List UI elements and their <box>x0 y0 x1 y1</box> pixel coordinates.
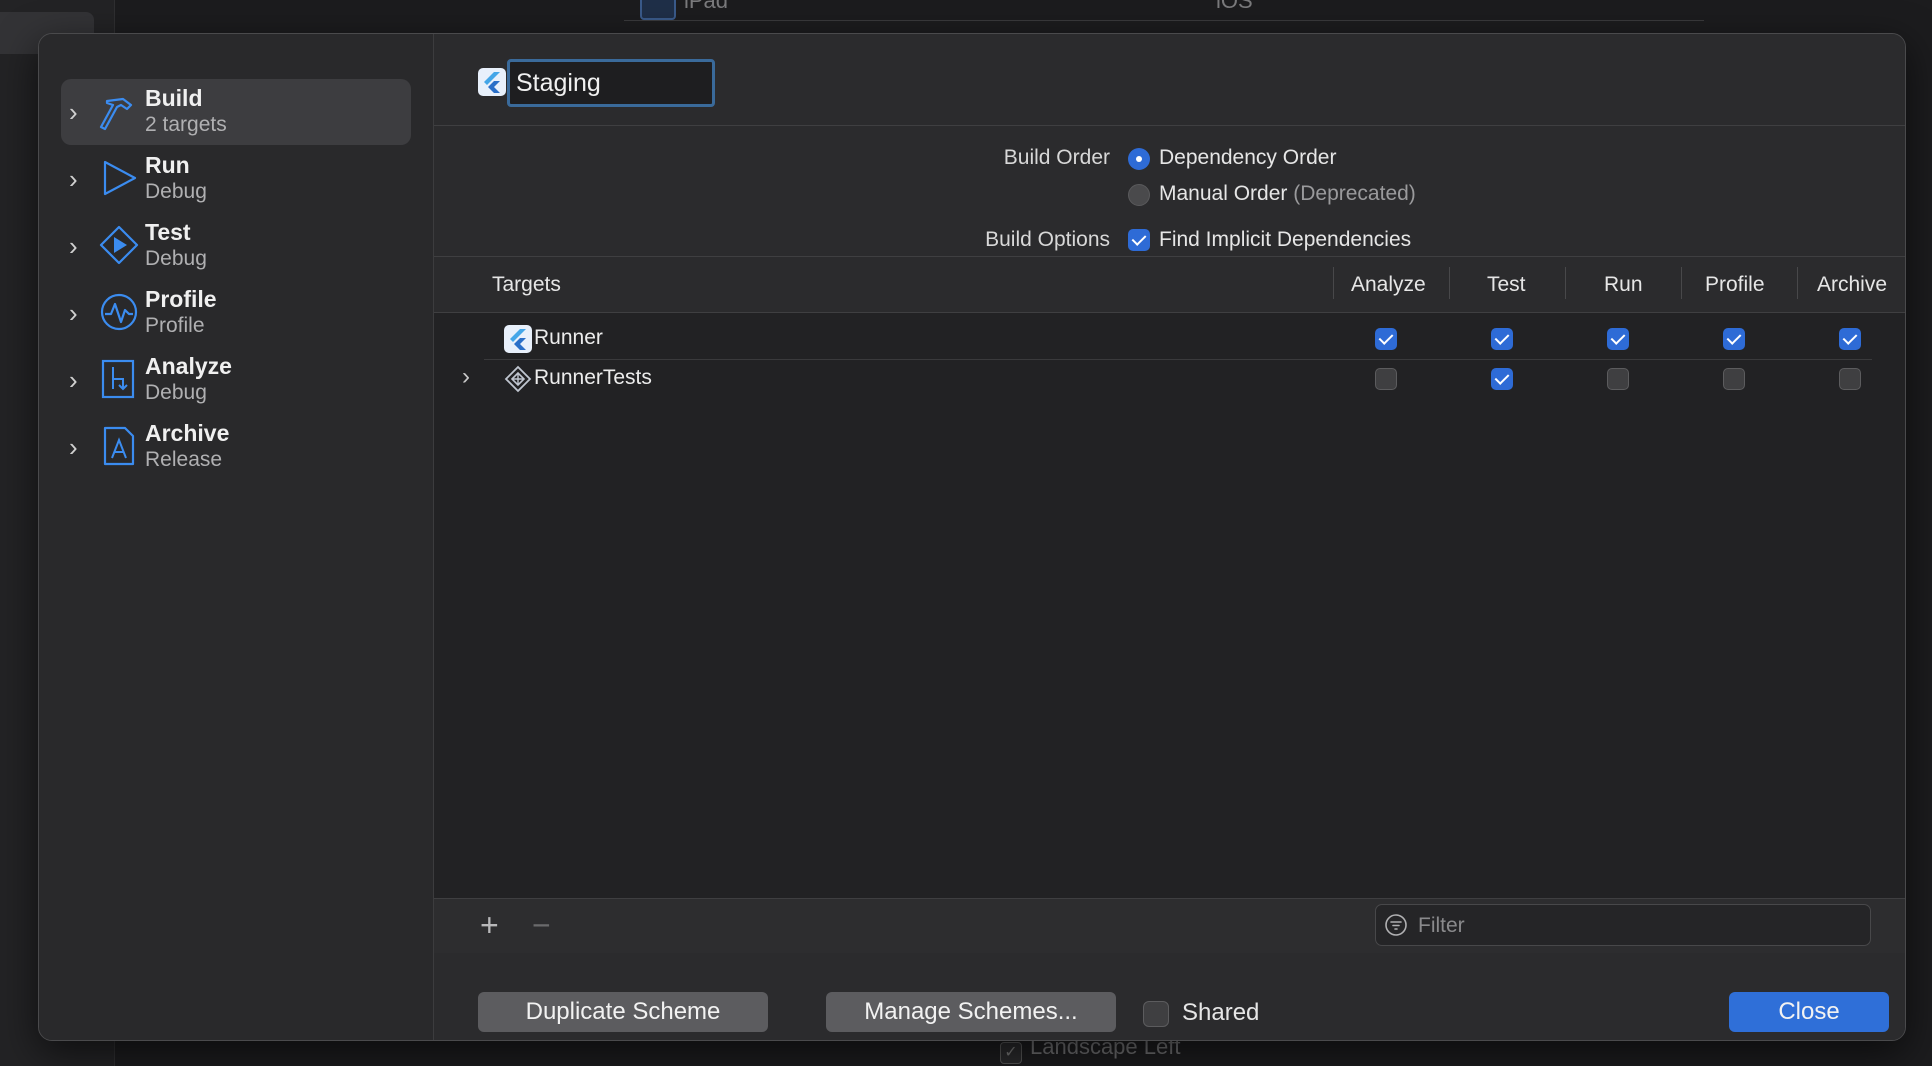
column-divider <box>1797 267 1798 299</box>
column-header-targets: Targets <box>492 273 561 296</box>
shared-checkbox[interactable] <box>1143 1001 1169 1027</box>
sidebar-item-title: Run <box>145 152 190 178</box>
device-icon <box>640 0 676 20</box>
sidebar-item-subtitle: Debug <box>145 180 207 203</box>
flutter-icon <box>504 325 532 353</box>
hammer-icon <box>99 97 133 131</box>
sidebar-item-subtitle: Profile <box>145 314 205 337</box>
chevron-right-icon[interactable]: › <box>69 97 87 127</box>
profile-checkbox[interactable] <box>1723 328 1745 350</box>
play-icon <box>103 160 137 196</box>
archive-icon <box>103 426 135 466</box>
dialog-footer: Duplicate Scheme Manage Schemes... Share… <box>434 953 1905 1040</box>
column-header-run: Run <box>1604 273 1643 296</box>
manual-order-label: Manual Order <box>1159 182 1288 205</box>
minus-icon[interactable]: − <box>532 909 551 941</box>
sidebar-item-run[interactable]: › Run Debug <box>61 146 411 212</box>
scheme-name-field[interactable]: Staging <box>507 59 715 107</box>
manual-order-option[interactable]: Manual Order (Deprecated) <box>1159 182 1416 206</box>
column-header-test: Test <box>1487 273 1526 296</box>
find-implicit-checkbox[interactable] <box>1128 229 1150 251</box>
sidebar-item-archive[interactable]: › Archive Release <box>61 414 411 480</box>
scheme-editor-dialog: › Build 2 targets › Run Debug › Test Deb… <box>38 33 1906 1041</box>
chevron-right-icon[interactable]: › <box>69 231 87 261</box>
test-checkbox[interactable] <box>1491 328 1513 350</box>
disclosure-chevron-icon[interactable]: › <box>462 363 470 391</box>
analyze-icon <box>101 359 135 399</box>
build-options-section: Build Order Dependency Order Manual Orde… <box>434 126 1905 257</box>
archive-checkbox[interactable] <box>1839 368 1861 390</box>
sidebar-item-subtitle: 2 targets <box>145 113 227 136</box>
column-header-archive: Archive <box>1817 273 1888 296</box>
filter-input[interactable] <box>1416 912 1860 940</box>
background-row-name: iPad <box>684 0 729 13</box>
column-divider <box>1449 267 1450 299</box>
checkmark-icon: ✓ <box>1000 1042 1022 1064</box>
sidebar-item-title: Profile <box>145 286 217 312</box>
table-row[interactable]: › RunnerTests <box>462 359 1872 399</box>
archive-checkbox[interactable] <box>1839 328 1861 350</box>
flutter-icon <box>478 68 506 96</box>
column-divider <box>1333 267 1334 299</box>
close-button[interactable]: Close <box>1729 992 1889 1032</box>
filter-field[interactable] <box>1375 904 1871 946</box>
background-list-row <box>624 0 1704 21</box>
target-name: Runner <box>534 326 603 349</box>
dependency-order-label[interactable]: Dependency Order <box>1159 146 1336 170</box>
run-checkbox[interactable] <box>1607 328 1629 350</box>
filter-icon <box>1385 914 1407 936</box>
chevron-right-icon[interactable]: › <box>69 432 87 462</box>
chevron-right-icon[interactable]: › <box>69 365 87 395</box>
test-checkbox[interactable] <box>1491 368 1513 390</box>
duplicate-scheme-button[interactable]: Duplicate Scheme <box>478 992 768 1032</box>
column-header-profile: Profile <box>1705 273 1765 296</box>
sidebar-item-title: Archive <box>145 420 230 446</box>
column-divider <box>1565 267 1566 299</box>
test-diamond-icon <box>99 225 139 265</box>
sidebar-item-profile[interactable]: › Profile Profile <box>61 280 411 346</box>
dependency-order-radio[interactable] <box>1128 148 1150 170</box>
chevron-right-icon[interactable]: › <box>69 164 87 194</box>
shared-label[interactable]: Shared <box>1182 999 1259 1027</box>
build-action-panel: Staging Build Order Dependency Order Man… <box>434 34 1905 1040</box>
targets-table: Runner › RunnerTests <box>434 313 1905 898</box>
sidebar-item-build[interactable]: › Build 2 targets <box>61 79 411 145</box>
column-header-analyze: Analyze <box>1351 273 1426 296</box>
sidebar-item-subtitle: Debug <box>145 247 207 270</box>
sidebar-item-analyze[interactable]: › Analyze Debug <box>61 347 411 413</box>
sidebar-item-title: Build <box>145 85 203 111</box>
find-implicit-label[interactable]: Find Implicit Dependencies <box>1159 228 1411 252</box>
sidebar-item-subtitle: Release <box>145 448 223 471</box>
targets-toolbar: + − <box>434 898 1905 954</box>
manual-order-radio[interactable] <box>1128 184 1150 206</box>
scheme-actions-sidebar: › Build 2 targets › Run Debug › Test Deb… <box>39 34 434 1040</box>
target-name: RunnerTests <box>534 366 652 389</box>
analyze-checkbox[interactable] <box>1375 368 1397 390</box>
column-divider <box>1681 267 1682 299</box>
test-bundle-icon <box>504 365 532 393</box>
sidebar-item-subtitle: Debug <box>145 381 207 404</box>
chevron-right-icon[interactable]: › <box>69 298 87 328</box>
run-checkbox[interactable] <box>1607 368 1629 390</box>
manage-schemes-button[interactable]: Manage Schemes... <box>826 992 1116 1032</box>
background-row-platform: iOS <box>1216 0 1253 13</box>
build-options-label: Build Options <box>985 228 1110 251</box>
analyze-checkbox[interactable] <box>1375 328 1397 350</box>
plus-icon[interactable]: + <box>480 909 499 941</box>
profile-checkbox[interactable] <box>1723 368 1745 390</box>
table-row[interactable]: Runner <box>484 319 1872 360</box>
targets-table-header: Targets Analyze Test Run Profile Archive <box>434 257 1905 313</box>
waveform-icon <box>100 293 138 331</box>
sidebar-item-test[interactable]: › Test Debug <box>61 213 411 279</box>
build-order-label: Build Order <box>1003 146 1110 169</box>
sidebar-item-title: Test <box>145 219 191 245</box>
scheme-header: Staging <box>434 34 1905 126</box>
deprecated-note: (Deprecated) <box>1293 182 1416 205</box>
sidebar-item-title: Analyze <box>145 353 232 379</box>
